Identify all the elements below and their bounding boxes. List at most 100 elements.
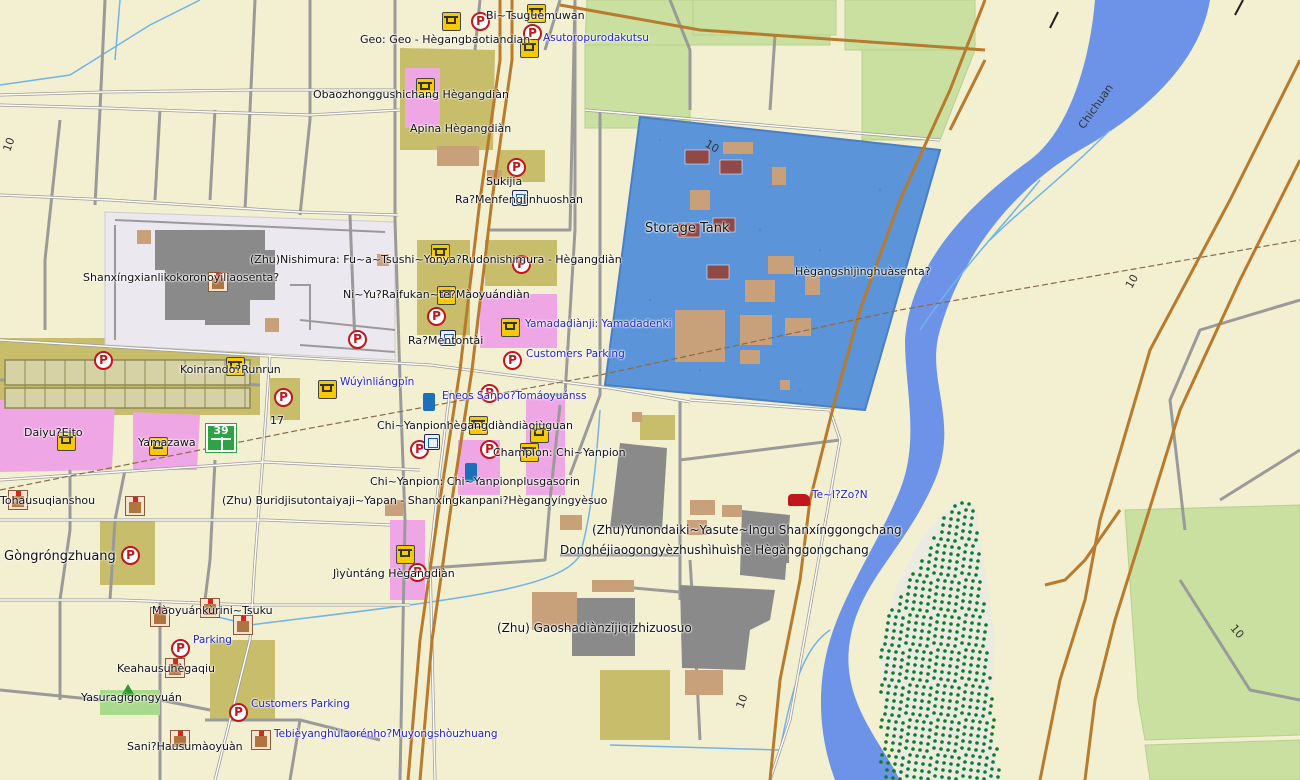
forest-dot [904, 606, 908, 610]
forest-dot [950, 685, 954, 689]
hospital-icon[interactable] [251, 730, 271, 750]
poi-label[interactable]: Daiyu?Eito [24, 426, 83, 439]
forest-dot [964, 718, 968, 722]
poi-label[interactable]: Tebièyanghùlaorénho?Muyongshòuzhuang [274, 728, 498, 741]
forest-dot [974, 608, 978, 612]
parking-icon[interactable]: P [94, 351, 113, 370]
route-39-shield[interactable]: 39 [206, 424, 236, 452]
forest-dot [974, 573, 978, 577]
map-canvas[interactable]: 10 10 10 10 10 Chichuan 39 P P P P P P P… [0, 0, 1300, 780]
poi-label[interactable]: Asutoropurodakutsu [543, 32, 649, 45]
poi-label[interactable]: Ni~Yu?Raifukan~te?Màoyuándiàn [343, 288, 530, 301]
poi-label[interactable]: Parking [193, 634, 232, 647]
poi-label[interactable]: Màoyuánkùrini~Tsuku [152, 604, 273, 617]
poi-label[interactable]: Obaozhonggushichang Hègangdiàn [313, 88, 509, 101]
poi-label[interactable]: Te~I?Zo?N [812, 489, 868, 502]
poi-label[interactable]: Yamadadiànji: Yamadadenki [525, 318, 672, 331]
forest-dot [989, 739, 993, 743]
forest-dot [935, 725, 939, 729]
forest-dot [891, 776, 895, 780]
poi-label[interactable]: Tohausuqianshou [0, 494, 95, 507]
forest-dot [978, 650, 982, 654]
forest-dot [941, 733, 945, 737]
poi-label[interactable]: Bi~Tsuguemuwan [486, 9, 585, 22]
forest-dot [981, 749, 985, 753]
fuel-icon[interactable] [423, 393, 435, 411]
forest-dot [926, 742, 930, 746]
shop-icon[interactable] [501, 318, 520, 337]
poi-label[interactable]: Chi~Yanpionhègangdiàndiàojùguan [377, 419, 573, 432]
storage-tank-label[interactable]: Storage Tank [645, 222, 730, 235]
poi-label[interactable]: Koinrando?Runrun [180, 363, 281, 376]
poi-label[interactable]: Donghéjiaogongyèzhushìhuìshè Hègànggongc… [560, 544, 869, 557]
forest-dot [904, 746, 908, 750]
poi-label[interactable]: Jìyùntáng Hègangdiàn [333, 567, 455, 580]
forest-dot [913, 593, 917, 597]
poi-label[interactable]: Ra?Mentontài [408, 334, 483, 347]
car-rental-icon[interactable] [788, 494, 810, 506]
poi-label[interactable]: Customers Parking [526, 348, 625, 361]
poi-label[interactable]: (Zhu)Yunondaiki~Yasute~Ingu Shanxínggong… [592, 524, 902, 537]
forest-dot [907, 725, 911, 729]
forest-dot [967, 747, 971, 751]
parking-icon[interactable]: P [274, 388, 293, 407]
forest-dot [898, 672, 902, 676]
forest-dot [913, 663, 917, 667]
poi-label[interactable]: Yamazawa [138, 436, 196, 449]
poi-label[interactable]: Chi~Yanpion: Chi~Yanpionplusgasorin [370, 475, 580, 488]
forest-dot [900, 728, 904, 732]
shop-icon[interactable] [442, 12, 461, 31]
place-label[interactable]: Gòngróngzhuang [4, 550, 116, 563]
forest-dot [887, 754, 891, 758]
forest-dot [982, 707, 986, 711]
poi-label[interactable]: Champion: Chi~Yanpion [493, 446, 626, 459]
shop-icon[interactable] [396, 545, 415, 564]
poi-label[interactable]: Customers Parking [251, 698, 350, 711]
forest-dot [949, 622, 953, 626]
forest-dot [984, 763, 988, 767]
parking-icon[interactable]: P [503, 351, 522, 370]
forest-dot [947, 706, 951, 710]
poi-label[interactable]: Hègangshìjìnghuàsenta? [795, 265, 931, 278]
poi-label[interactable]: Sukijia [486, 175, 522, 188]
parking-icon[interactable]: P [229, 703, 248, 722]
poi-label[interactable]: (Zhu) Buridjisutontaiyaji~Yapan - Shanxí… [222, 494, 607, 507]
forest-dot [957, 721, 961, 725]
poi-label[interactable]: Shanxíngxianlikokoronoyiliaosenta? [83, 271, 279, 284]
forest-dot [978, 685, 982, 689]
hospital-icon[interactable] [233, 615, 253, 635]
forest-dot [899, 735, 903, 739]
forest-dot [893, 727, 897, 731]
poi-label[interactable]: (Zhu)Nishimura: Fu~a~Tsushi~Yonya?Rudoni… [250, 253, 622, 266]
parking-icon[interactable]: P [121, 546, 140, 565]
forest-dot [940, 530, 944, 534]
poi-label[interactable]: Keahausuhègaqiu [117, 662, 215, 675]
forest-dot [943, 614, 947, 618]
poi-label[interactable]: Geo: Geo - Hègangbaotiandian [360, 33, 530, 46]
forest-dot [935, 690, 939, 694]
forest-dot [985, 651, 989, 655]
forest-dot [926, 637, 930, 641]
forest-dot [929, 616, 933, 620]
forest-dot [942, 516, 946, 520]
parking-icon[interactable]: P [427, 307, 446, 326]
parking-icon[interactable]: P [348, 330, 367, 349]
poi-label[interactable]: Ra?Menfenglinhuoshan [455, 193, 583, 206]
parking-icon[interactable]: P [171, 639, 190, 658]
forest-dot [964, 613, 968, 617]
service-icon[interactable] [424, 434, 440, 450]
forest-dot [956, 693, 960, 697]
forest-dot [893, 762, 897, 766]
poi-label[interactable]: Wúyìnliángpǐn [340, 376, 414, 389]
poi-label[interactable]: Yasuragigongyuán [81, 691, 182, 704]
forest-dot [955, 595, 959, 599]
forest-dot [969, 523, 973, 527]
poi-label[interactable]: Sani?Hausumàoyuàn [127, 740, 243, 753]
forest-dot [936, 718, 940, 722]
shop-icon[interactable] [318, 380, 337, 399]
poi-label[interactable]: Eneos Sanpo?Tomáoyuánss [442, 390, 586, 403]
hospital-icon[interactable] [125, 496, 145, 516]
forest-dot [953, 644, 957, 648]
poi-label[interactable]: (Zhu) Gaoshadiànzǐjiqizhizuosuo [497, 622, 692, 635]
poi-label[interactable]: Apina Hègangdiàn [410, 122, 511, 135]
